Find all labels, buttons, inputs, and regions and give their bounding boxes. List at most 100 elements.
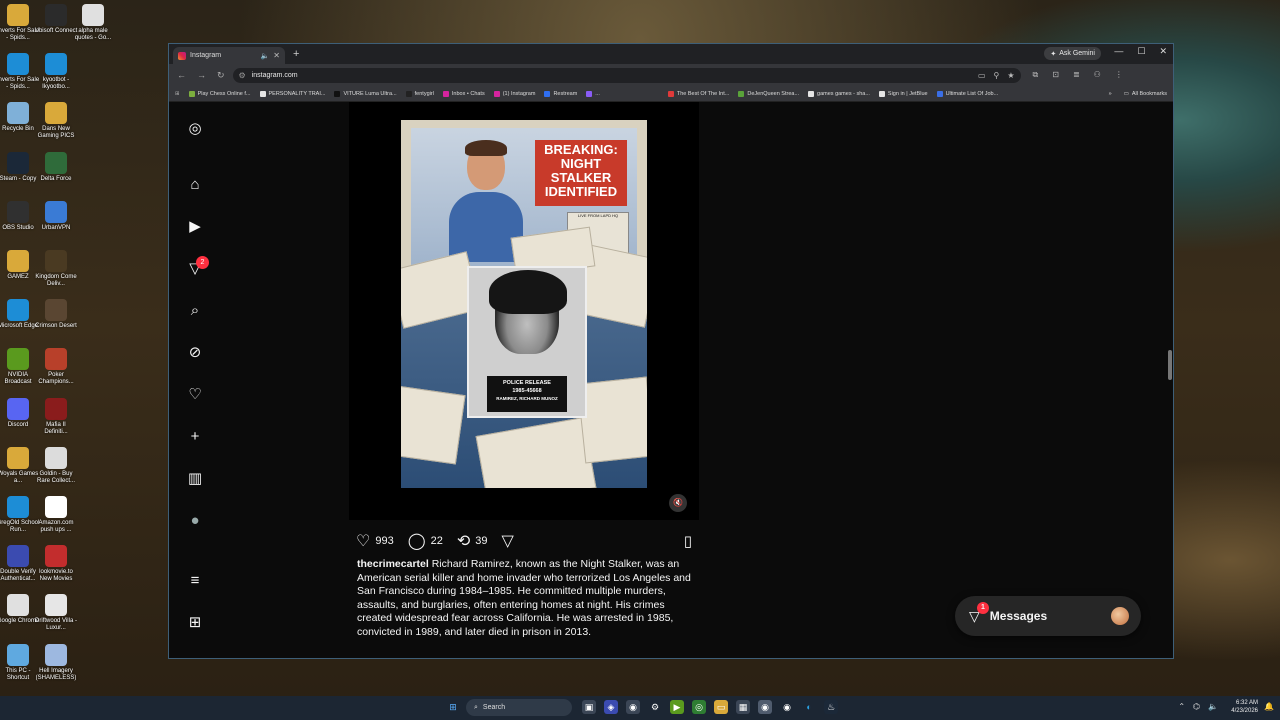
desktop-icon[interactable]: lookmovie.to New Movies <box>34 545 78 583</box>
start-icon[interactable]: ⊞ <box>446 700 460 714</box>
speaker-icon[interactable]: 🔈 <box>261 52 270 60</box>
store-taskbar-icon[interactable]: ▦ <box>736 700 750 714</box>
bookmark-favicon-icon <box>586 90 593 97</box>
desktop-icon[interactable]: Delta Force <box>34 151 78 183</box>
extensions-icon[interactable]: ⧉ <box>1033 70 1039 80</box>
goldin-icon <box>45 446 67 469</box>
create-icon[interactable]: + <box>186 428 204 446</box>
dashboard-icon[interactable]: ▥ <box>186 470 204 488</box>
steam-taskbar-icon[interactable]: ♨ <box>824 700 838 714</box>
like-button[interactable]: ♡ 993 <box>356 531 394 551</box>
bookmark-item[interactable]: VITURE Luma Ultra... <box>334 90 397 97</box>
minimize-icon[interactable]: — <box>1114 46 1123 57</box>
bookmark-item[interactable]: PERSONALITY TRAI... <box>259 90 325 97</box>
install-app-icon[interactable]: ▭ <box>978 71 986 80</box>
comment-button[interactable]: ◯ 22 <box>408 531 443 551</box>
desktop-icon[interactable]: Crimson Desert <box>34 299 78 330</box>
chrome-active-taskbar-icon[interactable]: ◉ <box>758 700 772 714</box>
network-icon[interactable]: ⌬ <box>1193 702 1200 711</box>
reload-icon[interactable]: ↻ <box>217 70 225 81</box>
explorer-taskbar-icon[interactable]: ▭ <box>714 700 728 714</box>
notification-bell-icon[interactable]: 🔔 <box>1264 702 1274 711</box>
instagram-page: ◎ ⌂ ▶ ▽ ⌕ ⊘ ♡ + ▥ ● ≡ ⊞ 2 🔇 BREAKING: NIGHT STALKER… <box>169 102 1173 658</box>
messages-button[interactable]: ▽ 1 Messages <box>955 596 1141 636</box>
desktop-icon[interactable]: Goldin - Buy Rare Collect... <box>34 446 78 485</box>
gemini-icon: ✦ <box>1050 50 1057 58</box>
all-bookmarks[interactable]: All Bookmarks <box>1132 91 1167 97</box>
nvidia-taskbar-icon[interactable]: ▶ <box>670 700 684 714</box>
page-scrollbar[interactable] <box>1168 102 1172 658</box>
bookmark-favicon-icon <box>808 90 815 97</box>
explore-icon[interactable]: ⊘ <box>186 344 204 362</box>
bookmark-item[interactable]: ... <box>586 90 600 97</box>
back-icon[interactable]: ← <box>177 70 186 81</box>
settings-taskbar-icon[interactable]: ⚙ <box>648 700 662 714</box>
post-username[interactable]: thecrimecartel <box>357 558 429 570</box>
clock[interactable]: 6:32 AM 4/23/2026 <box>1231 699 1258 715</box>
mafia-icon <box>45 397 67 420</box>
chrome-2-taskbar-icon[interactable]: ◉ <box>780 700 794 714</box>
bookmark-item[interactable]: games games - sha... <box>808 90 870 97</box>
menu-icon[interactable]: ≡ <box>186 572 204 590</box>
doubleverify-taskbar-icon[interactable]: ◈ <box>604 700 618 714</box>
post-image[interactable]: BREAKING: NIGHT STALKER IDENTIFIED LIVE … <box>401 120 647 488</box>
bookmark-favicon-icon <box>259 90 266 97</box>
repost-button[interactable]: ⟲ 39 <box>457 531 488 551</box>
desktop-icon[interactable]: Driftwood Villa - Luxur... <box>34 594 78 632</box>
media-icon[interactable]: ≣ <box>1073 70 1080 80</box>
home-icon[interactable]: ⌂ <box>186 176 204 194</box>
url-field[interactable]: ⚙ instagram.com ▭ ⚲ ★ <box>232 67 1021 83</box>
bookmark-item[interactable]: Play Chess Online f... <box>188 90 251 97</box>
bookmark-item[interactable]: The Best Of The Int... <box>667 90 729 97</box>
ask-gemini-button[interactable]: ✦ Ask Gemini <box>1044 47 1101 60</box>
tray-chevron-icon[interactable]: ⌃ <box>1178 702 1185 711</box>
bookmark-favicon-icon <box>738 90 745 97</box>
bookmark-item[interactable]: Ultimate List Of Job... <box>936 90 998 97</box>
zoom-icon[interactable]: ⚲ <box>994 71 1000 80</box>
profile-avatar[interactable]: ● <box>186 512 204 530</box>
desktop-icon[interactable]: Kingdom Come Deliv... <box>34 250 78 288</box>
desktop-icon[interactable]: alpha male quotes - Go... <box>71 4 115 42</box>
desktop-icon[interactable]: UrbanVPN <box>34 200 78 232</box>
desktop-icon[interactable]: Dans New Gaming PICS <box>34 102 78 140</box>
forward-icon[interactable]: → <box>197 70 206 81</box>
chrome-taskbar-icon[interactable]: ◉ <box>626 700 640 714</box>
folder-icon <box>7 250 29 272</box>
bookmark-item[interactable]: (1) Instagram <box>493 90 535 97</box>
desktop-icon[interactable]: Amazon.com push ups ... <box>34 496 78 534</box>
task-view-icon[interactable]: ▣ <box>582 700 596 714</box>
volume-icon[interactable]: 🔈 <box>1208 702 1218 711</box>
edge-taskbar-icon[interactable]: ◐ <box>802 700 816 714</box>
notifications-icon[interactable]: ♡ <box>186 386 204 404</box>
new-tab-button[interactable]: + <box>293 48 299 60</box>
instagram-logo-icon[interactable]: ◎ <box>186 120 204 138</box>
share-button[interactable]: ▽ <box>502 531 519 551</box>
reels-icon[interactable]: ▶ <box>186 218 204 236</box>
close-window-icon[interactable]: ✕ <box>1159 46 1167 57</box>
tab-instagram[interactable]: Instagram 🔈 ✕ <box>173 47 285 64</box>
taskbar-search[interactable]: ⌕ Search <box>466 699 572 716</box>
doubleverify-icon <box>7 545 29 568</box>
bookmark-item[interactable]: Restream <box>544 90 577 97</box>
more-apps-icon[interactable]: ⊞ <box>186 614 204 632</box>
tab-search-icon[interactable]: ⊡ <box>1052 70 1059 80</box>
desktop-icon[interactable]: Hell Imagery (SHAMELESS) <box>34 643 78 682</box>
profile-icon[interactable]: ⚇ <box>1094 70 1101 80</box>
bookmark-item[interactable]: fentygirl <box>405 90 434 97</box>
mute-icon[interactable]: 🔇 <box>669 494 687 512</box>
bookmark-item[interactable]: DeJenQueen Strea... <box>738 90 799 97</box>
save-bookmark-icon[interactable]: ▯ <box>684 532 692 550</box>
desktop-icon[interactable]: kyootbot - Ikyootbo... <box>34 53 78 91</box>
desktop-icon[interactable]: Mafia II Definiti... <box>34 397 78 436</box>
desktop-icon[interactable]: Poker Champions... <box>34 348 78 386</box>
bookmark-star-icon[interactable]: ★ <box>1007 71 1014 80</box>
browser-menu-icon[interactable]: ⋮ <box>1115 70 1123 80</box>
site-info-icon[interactable]: ⚙ <box>239 71 246 80</box>
xbox-taskbar-icon[interactable]: ◎ <box>692 700 706 714</box>
bookmarks-overflow-icon[interactable]: » <box>1109 91 1112 97</box>
search-icon[interactable]: ⌕ <box>186 302 204 320</box>
maximize-icon[interactable]: ☐ <box>1137 46 1145 57</box>
close-tab-icon[interactable]: ✕ <box>273 51 280 60</box>
bookmark-item[interactable]: Inbox • Chats <box>442 90 485 97</box>
bookmark-item[interactable]: Sign in | JetBlue <box>878 90 928 97</box>
